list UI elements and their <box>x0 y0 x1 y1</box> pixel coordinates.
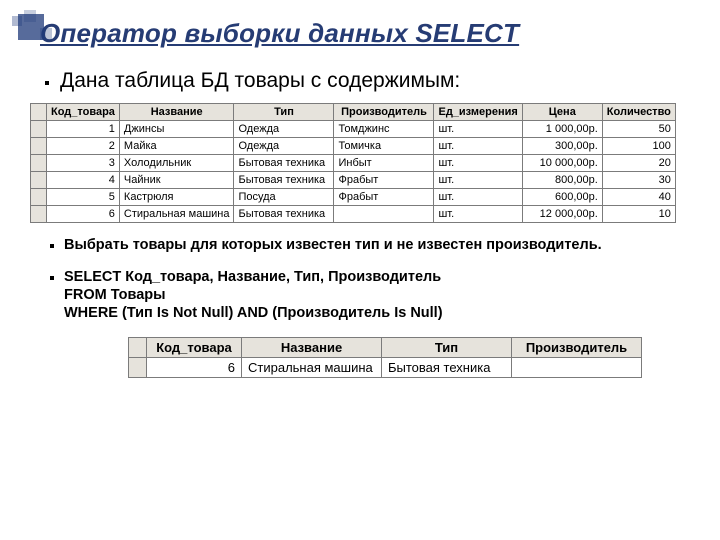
r-col-name: Название <box>242 338 382 358</box>
col-maker: Производитель <box>334 104 434 121</box>
col-blank <box>31 104 47 121</box>
slide-title: Оператор выборки данных SELECT <box>40 18 682 49</box>
table-row: 3ХолодильникБытовая техникаИнбытшт.10 00… <box>31 155 676 172</box>
r-col-blank <box>129 338 147 358</box>
col-type: Тип <box>234 104 334 121</box>
table-row: 2МайкаОдеждаТомичкашт.300,00р.100 <box>31 138 676 155</box>
sql-block: SELECT Код_товара, Название, Тип, Произв… <box>64 269 682 321</box>
table-row: 5КастрюляПосудаФрабытшт.600,00р.40 <box>31 189 676 206</box>
r-col-maker: Производитель <box>512 338 642 358</box>
col-id: Код_товара <box>47 104 120 121</box>
slide-decoration <box>10 10 84 44</box>
col-unit: Ед_измерения <box>434 104 522 121</box>
r-col-type: Тип <box>382 338 512 358</box>
table-row: 6Стиральная машинаБытовая техника <box>129 358 642 378</box>
col-price: Цена <box>522 104 602 121</box>
products-table: Код_товара Название Тип Производитель Ед… <box>30 103 676 223</box>
table-row: 1ДжинсыОдеждаТомджинсшт.1 000,00р.50 <box>31 121 676 138</box>
task-text: Выбрать товары для которых известен тип … <box>64 237 682 253</box>
intro-text: Дана таблица БД товары с содержимым: <box>60 69 682 93</box>
sql-from: FROM Товары <box>64 287 682 303</box>
col-qty: Количество <box>602 104 675 121</box>
r-col-id: Код_товара <box>147 338 242 358</box>
col-name: Название <box>119 104 234 121</box>
sql-where: WHERE (Тип Is Not Null) AND (Производите… <box>64 305 682 321</box>
result-table: Код_товара Название Тип Производитель 6С… <box>128 337 642 378</box>
table-row: 4ЧайникБытовая техникаФрабытшт.800,00р.3… <box>31 172 676 189</box>
table-row: 6Стиральная машинаБытовая техникашт.12 0… <box>31 206 676 223</box>
